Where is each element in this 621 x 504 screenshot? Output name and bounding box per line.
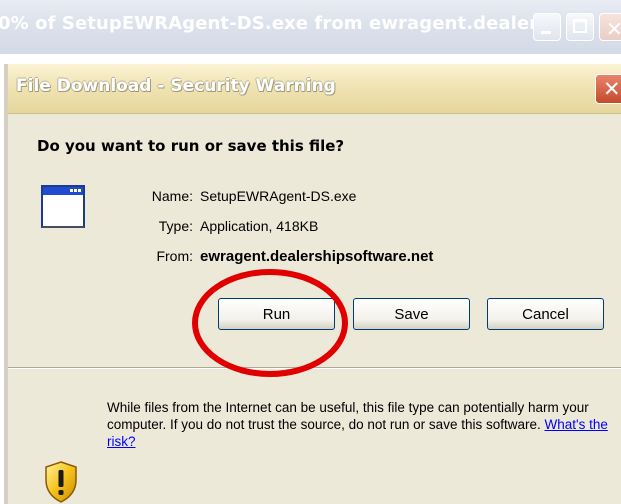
save-button[interactable]: Save xyxy=(353,298,470,330)
close-icon: ✕ xyxy=(606,17,621,41)
close-icon: ✕ xyxy=(603,77,621,101)
security-warning-text: While files from the Internet can be use… xyxy=(107,399,617,450)
file-from-value: ewragent.dealershipsoftware.net xyxy=(200,248,434,265)
maximize-button[interactable] xyxy=(566,13,594,41)
background-window-titlebar[interactable]: 0% of SetupEWRAgent-DS.exe from ewragent… xyxy=(0,0,621,54)
background-close-button[interactable]: ✕ xyxy=(599,13,621,41)
file-type-label: Type: xyxy=(158,218,193,234)
file-name-value: SetupEWRAgent-DS.exe xyxy=(200,188,357,204)
minimize-icon xyxy=(541,31,551,34)
minimize-button[interactable] xyxy=(533,13,561,41)
background-window-title: 0% of SetupEWRAgent-DS.exe from ewragent… xyxy=(0,13,557,34)
security-shield-icon xyxy=(45,461,77,503)
file-from-label: From: xyxy=(156,248,193,264)
maximize-icon xyxy=(573,19,587,33)
file-name-label: Name: xyxy=(151,188,193,204)
file-type-value: Application, 418KB xyxy=(200,218,319,234)
dialog-question: Do you want to run or save this file? xyxy=(37,137,345,155)
dialog-title: File Download - Security Warning xyxy=(16,76,336,96)
warning-message: While files from the Internet can be use… xyxy=(107,400,589,432)
dialog-titlebar[interactable]: File Download - Security Warning ✕ xyxy=(8,64,621,114)
application-window-icon xyxy=(41,185,85,228)
cancel-button[interactable]: Cancel xyxy=(487,298,604,330)
red-circle-annotation xyxy=(192,269,348,377)
dialog-close-button[interactable]: ✕ xyxy=(595,74,621,104)
